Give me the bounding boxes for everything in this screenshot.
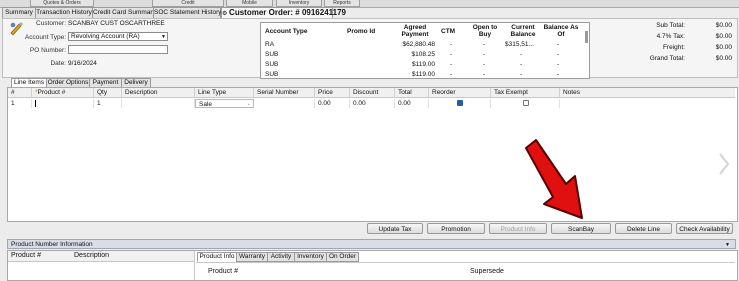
cell-total: 0.00 [395,99,429,108]
line-type-select[interactable]: Sale ⌄ [195,99,254,108]
product-input[interactable] [32,99,94,108]
cell-agreed: $62,880.48 [402,41,435,48]
accounts-scrollbar[interactable] [585,31,588,43]
top-tab-mobile[interactable]: Mobile [226,0,273,7]
product-info-button[interactable]: Product Info [489,223,547,234]
cell-asof: - [557,51,560,58]
tax-exempt-checkbox[interactable] [523,100,529,106]
col-product-description: Description [74,252,110,259]
gear-icon: ⚙ [222,11,230,17]
collapse-icon[interactable]: ▼ [725,240,730,250]
cell-type: SUB [265,71,279,78]
top-tab-inventory[interactable]: Inventory [276,0,322,7]
cell-asof: - [557,61,560,68]
notes-input[interactable] [560,99,735,108]
product-info-header[interactable]: Product Number Information ▼ [7,239,736,249]
cell-num: 1 [8,99,32,108]
date-value: 9/16/2024 [68,60,97,67]
cell-otb: - [483,61,486,68]
tax-exempt-cell [491,99,560,108]
delete-line-button[interactable]: Delete Line [615,223,672,234]
col-open-to-buy: Open to Buy [472,24,498,38]
cell-balance: - [520,71,523,78]
price-input[interactable]: 0.00 [315,99,350,108]
product-info-panel: Product # Description Product Info Warra… [7,250,738,281]
cell-ctm: - [450,71,453,78]
promotion-button[interactable]: Promotion [427,223,485,234]
reorder-checkbox[interactable] [457,100,463,106]
col-ctm: CTM [441,28,456,35]
accounts-table: Account Type Promo Id Agreed Payment CTM… [260,22,590,79]
line-type-value: Sale [199,101,213,108]
cell-otb: - [483,71,486,78]
chevron-down-icon: ▼ [161,34,166,40]
cell-type: SUB [265,51,279,58]
account-type-label: Account Type: [24,34,66,41]
cell-agreed: $108.25 [411,51,436,58]
col-account-type: Account Type [265,28,308,35]
customer-label: Customer: [36,20,66,27]
cell-ctm: - [450,51,453,58]
cell-otb: - [483,41,486,48]
tax-label: 4.7% Tax: [656,33,685,40]
discount-input[interactable]: 0.00 [350,99,395,108]
tab-on-order[interactable]: On Order [326,252,359,262]
tab-product-info[interactable]: Product Info [197,252,237,262]
cell-ctm: - [450,41,453,48]
subtotal-label: Sub Total: [656,22,685,29]
tab-inventory[interactable]: Inventory [294,252,327,262]
reorder-cell [429,99,491,108]
tab-activity[interactable]: Activity [267,252,295,262]
col-balance-as-of: Balance As Of [543,24,579,38]
line-items-grid: # *Product # Qty Description Line Type S… [7,87,738,222]
subtotal-value: $0.00 [715,22,732,29]
cell-ctm: - [450,61,453,68]
po-number-label: PO Number: [29,47,66,54]
col-agreed-payment: Agreed Payment [401,24,429,38]
table-row[interactable]: 1 1 Sale ⌄ 0.00 0.00 0.00 [8,88,735,109]
tab-warranty[interactable]: Warranty [236,252,268,262]
arrow-annotation-icon [525,139,583,219]
serial-input[interactable] [254,99,315,108]
scanbay-button[interactable]: ScanBay [551,223,611,234]
cell-balance: - [520,61,523,68]
tax-value: $0.00 [715,33,732,40]
account-type-value: Revolving Account (RA) [71,33,140,40]
supersede-label: Supersede [470,268,504,275]
cell-balance: $315,51... [505,41,534,48]
product-number-label: Product # [208,268,238,275]
freight-value: $0.00 [715,44,732,51]
freight-label: Freight: [662,44,685,51]
cell-balance: - [520,51,523,58]
description-input[interactable] [122,99,195,108]
tab-customer-order-label: Customer Order: # 0916241179 [229,8,347,17]
date-label: Date: [50,60,66,67]
chevron-down-icon: ⌄ [246,101,251,107]
customer-value: SCANBAY CUST OSCARTHREE [68,20,165,27]
qty-input[interactable]: 1 [94,99,122,108]
grand-total-value: $0.00 [715,55,732,62]
top-tab-quotes-orders[interactable]: Quotes & Orders [30,0,94,7]
col-product-number: Product # [11,252,41,259]
account-type-select[interactable]: Revolving Account (RA) ▼ [68,32,168,41]
cell-otb: - [483,51,486,58]
top-tab-credit[interactable]: Credit [152,0,224,7]
col-current-balance: Current Balance [510,24,536,38]
chevron-right-icon[interactable] [718,153,730,175]
po-number-input[interactable] [68,45,168,54]
product-info-title: Product Number Information [11,241,93,248]
cell-asof: - [557,41,560,48]
cell-agreed: $119.00 [411,61,435,68]
grand-total-label: Grand Total: [649,55,685,62]
cell-asof: - [557,71,560,78]
cell-type: RA [265,41,275,48]
col-promo-id: Promo Id [347,28,376,35]
top-tab-reports[interactable]: Reports [324,0,360,7]
check-availability-button[interactable]: Check Availability [676,223,733,234]
cell-type: SUB [265,61,279,68]
cell-agreed: $119.00 [411,71,435,78]
update-tax-button[interactable]: Update Tax [367,223,423,234]
